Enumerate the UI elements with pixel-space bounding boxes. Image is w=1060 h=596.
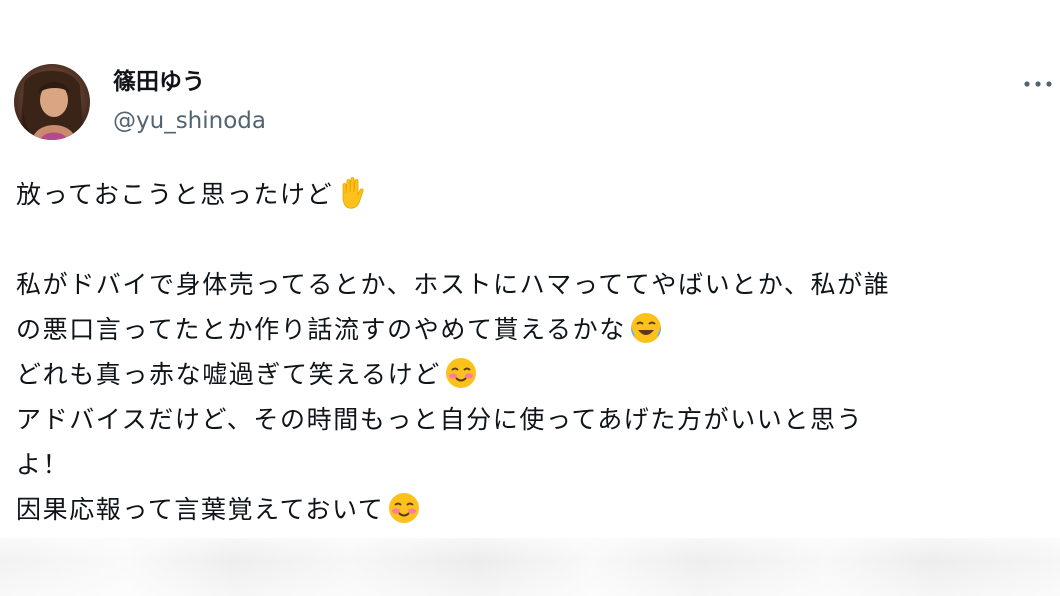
display-name[interactable]: 篠田ゆう <box>113 67 205 97</box>
raised-hand-icon <box>336 176 368 224</box>
tweet-line: アドバイスだけど、その時間もっと自分に使ってあげた方がいいと思う <box>16 405 864 434</box>
tweet-line: どれも真っ赤な嘘過ぎて笑えるけど <box>16 352 1056 397</box>
avatar[interactable] <box>14 64 90 140</box>
blurred-background-strip <box>0 538 1060 596</box>
avatar-photo <box>14 64 90 140</box>
more-horizontal-icon <box>1024 81 1052 87</box>
user-handle[interactable]: @yu_shinoda <box>113 106 266 136</box>
tweet-line: 因果応報って言葉覚えておいて <box>16 487 1056 532</box>
more-options-button[interactable] <box>1018 70 1058 98</box>
tweet-card: 篠田ゆう @yu_shinoda 放っておこうと思ったけど 私がドバイで身体売っ… <box>0 0 1060 538</box>
tweet-text: 放っておこうと思ったけど 私がドバイで身体売ってるとか、ホストにハマっててやばい… <box>16 172 1056 532</box>
tweet-line: の悪口言ってたとか作り話流すのやめて貰えるかな <box>16 307 1056 352</box>
tweet-line: よ！ <box>16 450 70 479</box>
tweet-line: 放っておこうと思ったけど <box>16 172 1056 217</box>
tweet-line: 私がドバイで身体売ってるとか、ホストにハマっててやばいとか、私が誰 <box>16 270 891 299</box>
smiling-blush-icon <box>387 491 421 539</box>
tears-of-joy-icon <box>629 311 663 359</box>
